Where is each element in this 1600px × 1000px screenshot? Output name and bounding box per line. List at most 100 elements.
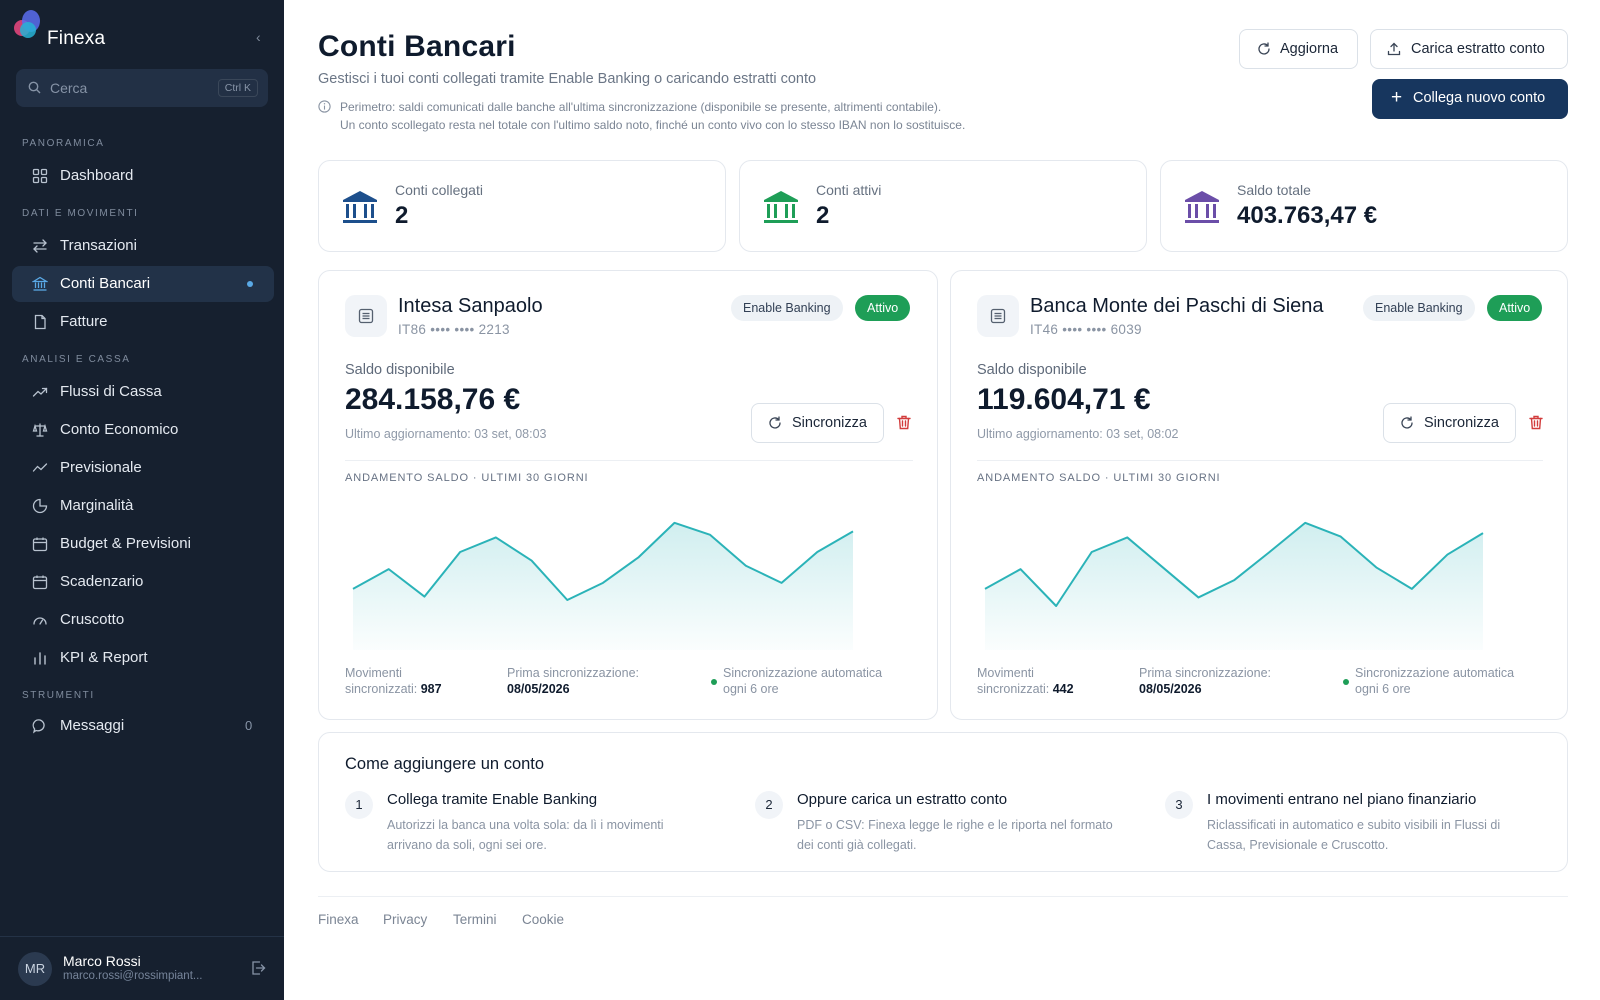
sidebar-item-label: Dashboard — [60, 167, 134, 184]
chart-label: ANDAMENTO SALDO · ULTIMI 30 GIORNI — [345, 472, 589, 484]
search-input[interactable] — [50, 78, 210, 98]
card-divider — [977, 460, 1543, 461]
source-badge: Enable Banking — [731, 295, 843, 321]
sidebar-item-messages[interactable]: Messaggi 0 — [12, 708, 274, 744]
transfer-arrows-icon — [33, 239, 47, 253]
user-divider — [0, 936, 284, 937]
step-title: Collega tramite Enable Banking — [387, 791, 598, 808]
step-number: 2 — [755, 791, 783, 819]
sidebar-item-label: Conti Bancari — [60, 275, 151, 292]
search-icon — [28, 81, 41, 94]
step-title: I movimenti entrano nel piano finanziari… — [1207, 791, 1477, 808]
balance-value: 119.604,71 € — [977, 383, 1151, 416]
sync-button[interactable]: Sincronizza — [751, 403, 884, 443]
bank-name: Banca Monte dei Paschi di Siena — [1030, 295, 1324, 317]
chart-label: ANDAMENTO SALDO · ULTIMI 30 GIORNI — [977, 472, 1221, 484]
sidebar-item-label: Previsionale — [60, 459, 142, 476]
first-sync-label: Prima sincronizzazione: — [1139, 666, 1271, 680]
auto-sync-line2: ogni 6 ore — [723, 682, 779, 696]
sidebar-item-dashboard[interactable]: Dashboard — [12, 158, 274, 194]
sidebar-item-label: Scadenzario — [60, 573, 144, 590]
ledger-icon — [358, 308, 374, 324]
sidebar-item-cockpit[interactable]: Cruscotto — [12, 602, 274, 638]
card-divider — [345, 460, 913, 461]
page-subtitle: Gestisci i tuoi conti collegati tramite … — [318, 71, 817, 87]
how-to-add-account-card: Come aggiungere un conto 1 Collega trami… — [318, 732, 1568, 872]
footer-divider — [318, 896, 1568, 897]
masked-iban: IT86 •••• •••• 2213 — [398, 322, 510, 337]
trash-icon[interactable] — [1529, 415, 1543, 430]
finexa-logo-icon — [12, 8, 42, 42]
sidebar-item-label: Conto Economico — [60, 421, 179, 438]
trash-icon[interactable] — [897, 415, 911, 430]
connect-account-label: Collega nuovo conto — [1413, 90, 1546, 106]
footer-link-cookie[interactable]: Cookie — [522, 912, 564, 927]
grid-icon — [32, 168, 48, 184]
sidebar-item-label: Transazioni — [60, 237, 137, 254]
upload-statement-label: Carica estratto conto — [1411, 41, 1545, 57]
refresh-button-label: Aggiorna — [1280, 41, 1339, 57]
movements-label-2: sincronizzati: — [345, 682, 418, 696]
refresh-button[interactable]: Aggiorna — [1239, 29, 1358, 69]
sidebar-item-label: Budget & Previsioni — [60, 535, 191, 552]
logout-icon[interactable] — [250, 960, 266, 976]
stat-card-linked-accounts: Conti collegati 2 — [318, 160, 726, 252]
upload-statement-button[interactable]: Carica estratto conto — [1370, 29, 1568, 69]
sidebar-item-budget[interactable]: Budget & Previsioni — [12, 526, 274, 562]
calendar-icon — [32, 575, 48, 590]
sidebar-item-invoices[interactable]: Fatture — [12, 304, 274, 340]
first-sync-date: 08/05/2026 — [507, 682, 570, 696]
messages-count-badge: 0 — [245, 718, 253, 733]
stat-card-total-balance: Saldo totale 403.763,47 € — [1160, 160, 1568, 252]
page-title: Conti Bancari — [318, 30, 516, 63]
movements-count: 987 — [420, 682, 442, 696]
footer-link-finexa[interactable]: Finexa — [318, 912, 359, 927]
status-badge: Attivo — [855, 295, 911, 321]
footer-link-terms[interactable]: Termini — [453, 912, 497, 927]
calendar-icon — [32, 537, 48, 552]
section-label-data: DATI E MOVIMENTI — [22, 208, 139, 219]
trend-up-icon — [32, 387, 48, 397]
bank-icon — [32, 276, 48, 291]
movements-synced: Movimenti sincronizzati: 987 — [345, 665, 442, 697]
first-sync-label: Prima sincronizzazione: — [507, 666, 639, 680]
bank-icon — [343, 191, 377, 223]
stat-value: 2 — [816, 202, 830, 229]
footer-link-privacy[interactable]: Privacy — [383, 912, 427, 927]
connect-new-account-button[interactable]: + Collega nuovo conto — [1372, 79, 1568, 119]
movements-count: 442 — [1052, 682, 1074, 696]
sync-button[interactable]: Sincronizza — [1383, 403, 1516, 443]
movements-label-1: Movimenti — [345, 666, 402, 680]
balance-area-fill — [353, 522, 853, 650]
movements-label-2: sincronizzati: — [977, 682, 1050, 696]
step-number: 1 — [345, 791, 373, 819]
first-sync: Prima sincronizzazione: 08/05/2026 — [1139, 665, 1271, 697]
upload-icon — [1387, 42, 1401, 56]
sidebar-item-margins[interactable]: Marginalità — [12, 488, 274, 524]
status-badge: Attivo — [1487, 295, 1543, 321]
balance-value: 284.158,76 € — [345, 383, 521, 416]
brand-logo[interactable] — [12, 8, 42, 42]
sidebar-item-bank-accounts[interactable]: Conti Bancari — [12, 266, 274, 302]
how-to-title: Come aggiungere un conto — [345, 755, 545, 773]
avatar[interactable]: MR — [18, 952, 52, 986]
stat-label: Conti attivi — [816, 182, 882, 198]
chat-bubble-icon — [32, 719, 45, 734]
first-sync: Prima sincronizzazione: 08/05/2026 — [507, 665, 639, 697]
sidebar-item-label: Messaggi — [60, 717, 125, 734]
sidebar-item-kpi[interactable]: KPI & Report — [12, 640, 274, 676]
perimeter-note-line2: Un conto scollegato resta nel totale con… — [340, 118, 966, 132]
search-box[interactable]: Ctrl K — [16, 69, 268, 107]
auto-sync-info: Sincronizzazione automatica ogni 6 ore — [1355, 665, 1514, 697]
section-label-overview: PANORAMICA — [22, 138, 105, 149]
sidebar-item-transactions[interactable]: Transazioni — [12, 228, 274, 264]
section-label-analysis: ANALISI E CASSA — [22, 354, 131, 365]
sidebar-item-deadlines[interactable]: Scadenzario — [12, 564, 274, 600]
gauge-icon — [33, 617, 47, 625]
sidebar-item-income-statement[interactable]: Conto Economico — [12, 412, 274, 448]
collapse-sidebar-icon[interactable]: ‹ — [256, 30, 270, 44]
stat-value: 2 — [395, 202, 409, 229]
stat-label: Saldo totale — [1237, 182, 1311, 198]
sidebar-item-cash-flow[interactable]: Flussi di Cassa — [12, 374, 274, 410]
sidebar-item-forecast[interactable]: Previsionale — [12, 450, 274, 486]
